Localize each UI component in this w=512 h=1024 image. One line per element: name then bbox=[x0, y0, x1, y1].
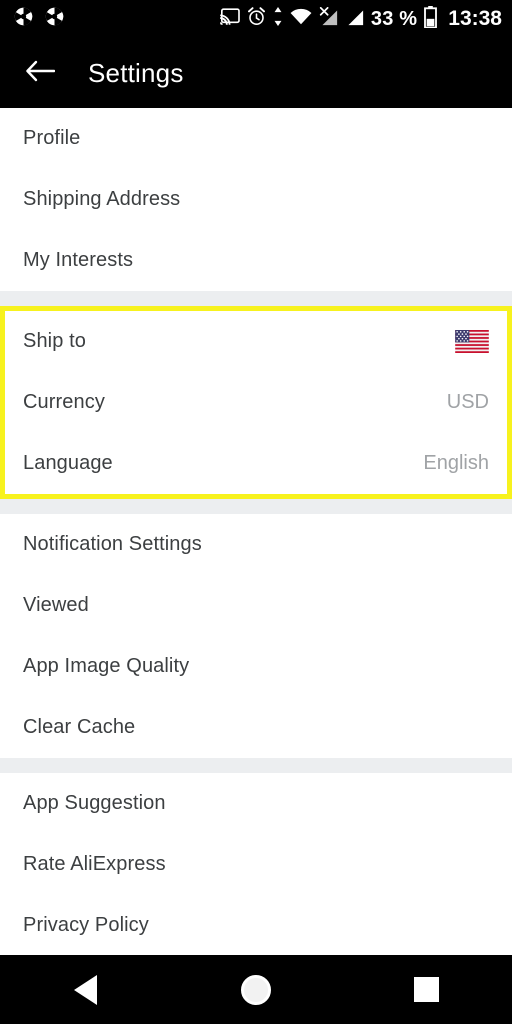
row-label: My Interests bbox=[23, 249, 134, 271]
group-separator bbox=[0, 499, 512, 514]
nav-home-circle-icon bbox=[240, 974, 271, 1005]
cast-icon bbox=[219, 7, 240, 31]
nav-back-triangle-icon bbox=[73, 974, 97, 1005]
settings-group-regional: Ship to Currency USD Language English bbox=[5, 311, 507, 494]
aperture-icon bbox=[14, 7, 33, 31]
cellular-signal-icon bbox=[345, 7, 364, 31]
alarm-clock-icon bbox=[247, 7, 266, 31]
settings-row-clear-cache[interactable]: Clear Cache bbox=[0, 697, 512, 758]
row-label: Currency bbox=[23, 391, 105, 413]
battery-percent-label: 33 % bbox=[370, 7, 418, 30]
settings-group-app: Notification Settings Viewed App Image Q… bbox=[0, 514, 512, 758]
settings-row-notification-settings[interactable]: Notification Settings bbox=[0, 514, 512, 575]
row-label: Privacy Policy bbox=[23, 914, 149, 936]
settings-list: Profile Shipping Address My Interests Sh… bbox=[0, 108, 512, 956]
row-value-currency: USD bbox=[446, 391, 489, 413]
settings-group-account: Profile Shipping Address My Interests bbox=[0, 108, 512, 291]
status-bar-left-icons bbox=[14, 7, 64, 31]
settings-row-rate-aliexpress[interactable]: Rate AliExpress bbox=[0, 834, 512, 895]
phone-screen: 33 % 13:38 Settings Profile Shipping Add… bbox=[0, 0, 512, 1024]
row-value-language: English bbox=[423, 452, 489, 474]
row-label: Shipping Address bbox=[23, 188, 181, 210]
status-bar-right-icons: 33 % 13:38 bbox=[219, 5, 502, 33]
settings-row-language[interactable]: Language English bbox=[5, 433, 507, 494]
settings-row-privacy-policy[interactable]: Privacy Policy bbox=[0, 895, 512, 956]
highlight-annotation-box: Ship to Currency USD Language English bbox=[0, 306, 512, 499]
us-flag-icon bbox=[455, 330, 489, 353]
settings-row-shipping-address[interactable]: Shipping Address bbox=[0, 169, 512, 230]
row-label: Ship to bbox=[23, 330, 86, 352]
page-title: Settings bbox=[88, 57, 184, 88]
wifi-icon bbox=[290, 8, 312, 30]
android-navigation-bar bbox=[0, 955, 512, 1024]
group-separator bbox=[0, 758, 512, 773]
nav-back-button[interactable] bbox=[45, 955, 125, 1024]
row-label: Clear Cache bbox=[23, 716, 136, 738]
no-sim-signal-icon bbox=[319, 7, 338, 31]
settings-row-viewed[interactable]: Viewed bbox=[0, 575, 512, 636]
nav-recents-button[interactable] bbox=[387, 955, 467, 1024]
app-bar: Settings bbox=[0, 38, 512, 108]
battery-icon bbox=[424, 5, 438, 33]
row-label: Viewed bbox=[23, 594, 89, 616]
group-separator bbox=[0, 291, 512, 306]
status-bar: 33 % 13:38 bbox=[0, 0, 512, 38]
status-bar-clock: 13:38 bbox=[448, 7, 502, 30]
data-transfer-icon bbox=[273, 7, 283, 31]
row-label: Notification Settings bbox=[23, 533, 202, 555]
settings-row-profile[interactable]: Profile bbox=[0, 108, 512, 169]
row-label: Rate AliExpress bbox=[23, 853, 166, 875]
aperture-icon bbox=[45, 7, 64, 31]
back-button[interactable] bbox=[12, 45, 68, 101]
settings-group-about: App Suggestion Rate AliExpress Privacy P… bbox=[0, 773, 512, 956]
nav-recents-square-icon bbox=[414, 977, 440, 1002]
row-label: Profile bbox=[23, 127, 81, 149]
row-label: App Image Quality bbox=[23, 655, 190, 677]
settings-row-ship-to[interactable]: Ship to bbox=[5, 311, 507, 372]
settings-row-my-interests[interactable]: My Interests bbox=[0, 230, 512, 291]
settings-row-currency[interactable]: Currency USD bbox=[5, 372, 507, 433]
settings-row-app-image-quality[interactable]: App Image Quality bbox=[0, 636, 512, 697]
back-arrow-icon bbox=[25, 59, 56, 88]
row-label: Language bbox=[23, 452, 113, 474]
settings-row-app-suggestion[interactable]: App Suggestion bbox=[0, 773, 512, 834]
row-label: App Suggestion bbox=[23, 792, 166, 814]
nav-home-button[interactable] bbox=[216, 955, 296, 1024]
